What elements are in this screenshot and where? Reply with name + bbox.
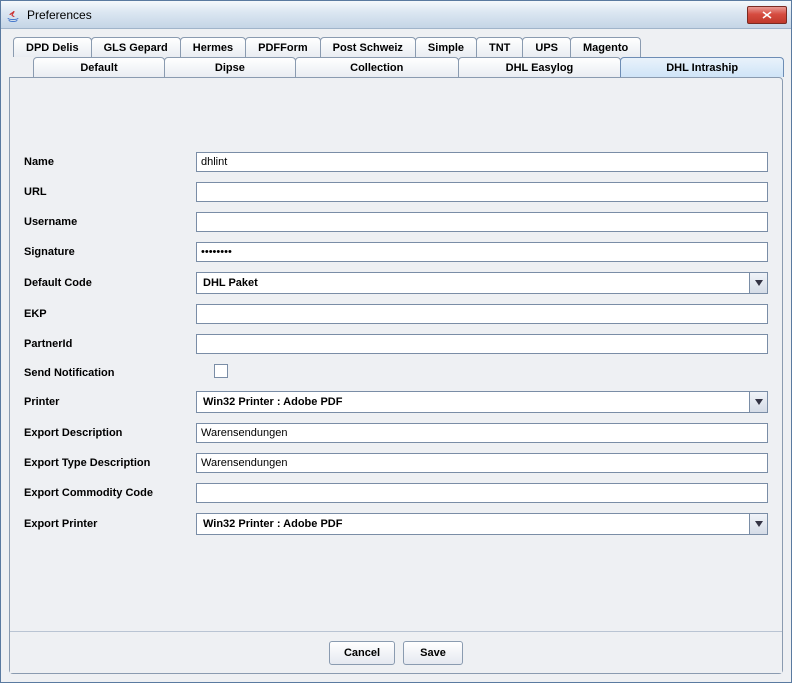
label-url: URL bbox=[24, 186, 196, 198]
close-icon bbox=[762, 11, 772, 19]
ekp-input[interactable] bbox=[196, 304, 768, 324]
tabs-row-1: DPD Delis GLS Gepard Hermes PDFForm Post… bbox=[9, 37, 783, 57]
export-printer-dropdown-button[interactable] bbox=[749, 514, 767, 534]
label-export-printer: Export Printer bbox=[24, 518, 196, 530]
label-send-notification: Send Notification bbox=[24, 367, 196, 379]
label-default-code: Default Code bbox=[24, 277, 196, 289]
export-commodity-code-input[interactable] bbox=[196, 483, 768, 503]
export-printer-value: Win32 Printer : Adobe PDF bbox=[197, 514, 749, 534]
tab-dhl-intraship[interactable]: DHL Intraship bbox=[620, 57, 784, 77]
printer-dropdown-button[interactable] bbox=[749, 392, 767, 412]
save-button[interactable]: Save bbox=[403, 641, 463, 665]
tab-dipse[interactable]: Dipse bbox=[164, 57, 296, 77]
default-code-value: DHL Paket bbox=[197, 273, 749, 293]
label-signature: Signature bbox=[24, 246, 196, 258]
chevron-down-icon bbox=[755, 280, 763, 286]
preferences-window: Preferences DPD Delis GLS Gepard Hermes … bbox=[0, 0, 792, 683]
label-export-type-description: Export Type Description bbox=[24, 457, 196, 469]
label-printer: Printer bbox=[24, 396, 196, 408]
label-ekp: EKP bbox=[24, 308, 196, 320]
form: Name URL Username Signature bbox=[10, 78, 782, 631]
tab-dhl-easylog[interactable]: DHL Easylog bbox=[458, 57, 622, 77]
window-body: DPD Delis GLS Gepard Hermes PDFForm Post… bbox=[1, 29, 791, 682]
tab-pdfform[interactable]: PDFForm bbox=[245, 37, 321, 57]
tab-ups[interactable]: UPS bbox=[522, 37, 571, 57]
default-code-select[interactable]: DHL Paket bbox=[196, 272, 768, 294]
tabs-row-2: Default Dipse Collection DHL Easylog DHL… bbox=[9, 57, 783, 77]
label-partnerid: PartnerId bbox=[24, 338, 196, 350]
tab-hermes[interactable]: Hermes bbox=[180, 37, 246, 57]
send-notification-checkbox[interactable] bbox=[214, 364, 228, 378]
cancel-button[interactable]: Cancel bbox=[329, 641, 395, 665]
label-username: Username bbox=[24, 216, 196, 228]
tab-magento[interactable]: Magento bbox=[570, 37, 641, 57]
button-bar: Cancel Save bbox=[10, 631, 782, 673]
partnerid-input[interactable] bbox=[196, 334, 768, 354]
printer-value: Win32 Printer : Adobe PDF bbox=[197, 392, 749, 412]
tab-dpd-delis[interactable]: DPD Delis bbox=[13, 37, 92, 57]
tab-container: DPD Delis GLS Gepard Hermes PDFForm Post… bbox=[9, 37, 783, 674]
name-input[interactable] bbox=[196, 152, 768, 172]
chevron-down-icon bbox=[755, 399, 763, 405]
titlebar: Preferences bbox=[1, 1, 791, 29]
username-input[interactable] bbox=[196, 212, 768, 232]
tab-collection[interactable]: Collection bbox=[295, 57, 459, 77]
label-export-commodity-code: Export Commodity Code bbox=[24, 487, 196, 499]
signature-input[interactable] bbox=[196, 242, 768, 262]
export-type-description-input[interactable] bbox=[196, 453, 768, 473]
export-description-input[interactable] bbox=[196, 423, 768, 443]
default-code-dropdown-button[interactable] bbox=[749, 273, 767, 293]
tab-post-schweiz[interactable]: Post Schweiz bbox=[320, 37, 416, 57]
tab-panel: Name URL Username Signature bbox=[9, 77, 783, 674]
url-input[interactable] bbox=[196, 182, 768, 202]
tab-default[interactable]: Default bbox=[33, 57, 165, 77]
window-title: Preferences bbox=[27, 8, 747, 22]
export-printer-select[interactable]: Win32 Printer : Adobe PDF bbox=[196, 513, 768, 535]
java-icon bbox=[5, 7, 21, 23]
label-name: Name bbox=[24, 156, 196, 168]
close-button[interactable] bbox=[747, 6, 787, 24]
tab-simple[interactable]: Simple bbox=[415, 37, 477, 57]
label-export-description: Export Description bbox=[24, 427, 196, 439]
tab-tnt[interactable]: TNT bbox=[476, 37, 523, 57]
tab-gls-gepard[interactable]: GLS Gepard bbox=[91, 37, 181, 57]
printer-select[interactable]: Win32 Printer : Adobe PDF bbox=[196, 391, 768, 413]
chevron-down-icon bbox=[755, 521, 763, 527]
